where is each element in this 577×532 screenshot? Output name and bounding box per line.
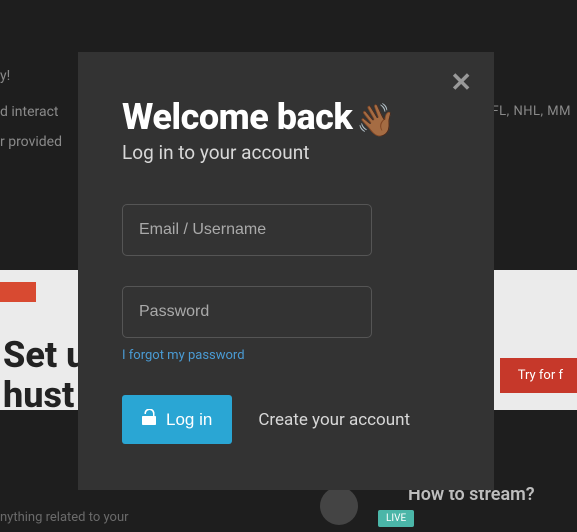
- bg-text-fragment: nything related to your: [0, 510, 129, 525]
- login-button-label: Log in: [166, 410, 212, 430]
- modal-header: Welcome back 👋🏾 Log in to your account: [122, 96, 450, 164]
- close-icon[interactable]: ✕: [450, 70, 472, 96]
- bg-try-button: Try for f: [500, 358, 577, 393]
- bg-headline-line: Set u: [3, 336, 86, 376]
- bg-text-fragment: y!: [0, 68, 10, 84]
- bg-headline-line: hust: [3, 376, 86, 416]
- login-button[interactable]: Log in: [122, 395, 232, 444]
- bg-headline: Set u hust: [3, 336, 86, 415]
- bg-avatar: [320, 487, 358, 525]
- modal-subtitle: Log in to your account: [122, 141, 450, 164]
- create-account-link[interactable]: Create your account: [258, 410, 410, 430]
- bg-text-fragment: r provided: [0, 134, 62, 150]
- forgot-password-link[interactable]: I forgot my password: [122, 348, 245, 363]
- bg-text-fragment: FL, NHL, MM: [491, 104, 571, 119]
- modal-actions: Log in Create your account: [122, 395, 450, 444]
- email-field[interactable]: [122, 204, 372, 256]
- bg-text-fragment: d interact: [0, 104, 59, 120]
- password-field[interactable]: [122, 286, 372, 338]
- bg-button-orange: [0, 282, 36, 302]
- bg-live-badge: LIVE: [378, 510, 414, 527]
- modal-title: Welcome back: [122, 96, 352, 138]
- wave-icon: 👋🏾: [356, 101, 396, 139]
- unlock-icon: [142, 409, 156, 430]
- login-modal: ✕ Welcome back 👋🏾 Log in to your account…: [78, 52, 494, 490]
